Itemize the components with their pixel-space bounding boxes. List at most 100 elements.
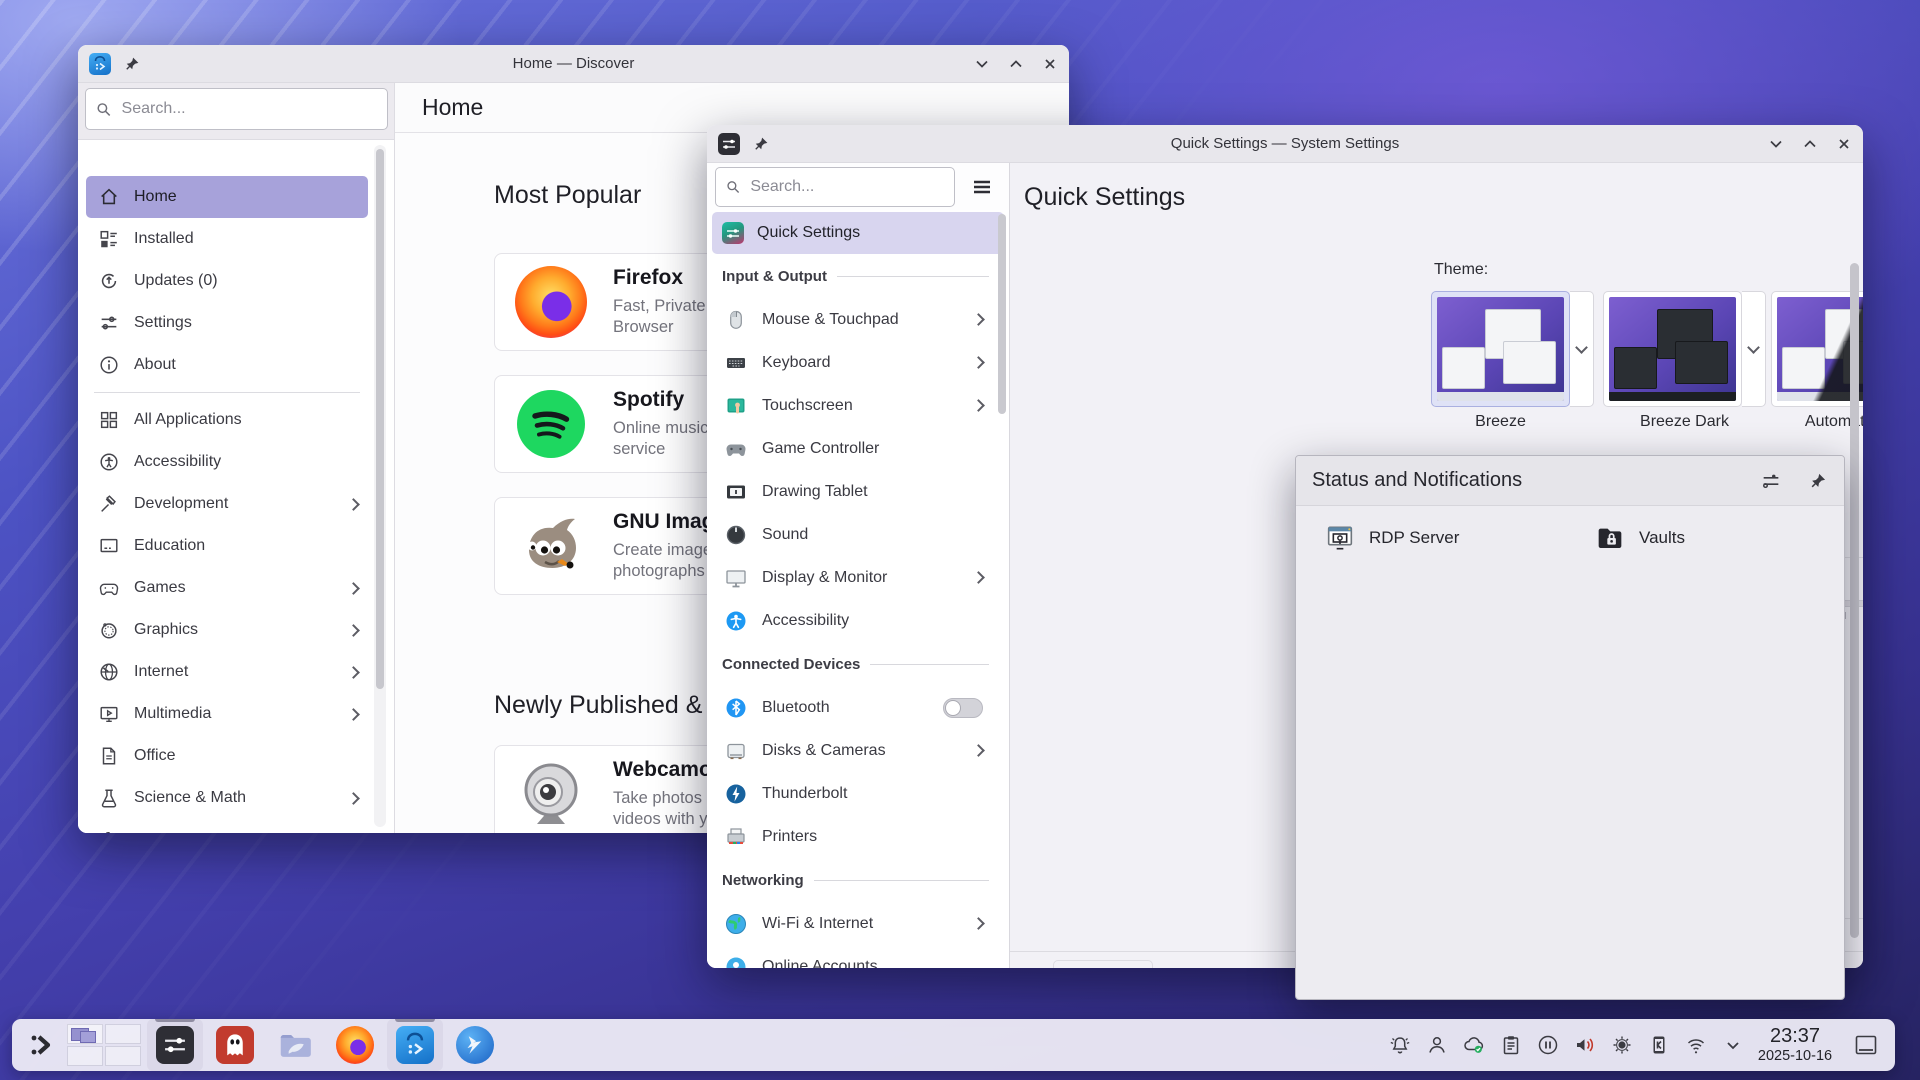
clock-time: 23:37: [1770, 1025, 1820, 1048]
sidebar-item-printers[interactable]: Printers: [712, 815, 995, 858]
task-dolphin[interactable]: [267, 1019, 323, 1071]
app-launcher-button[interactable]: [18, 1019, 66, 1071]
sidebar-item-development[interactable]: Development: [86, 483, 368, 525]
sidebar-scrollbar[interactable]: [374, 145, 386, 827]
settings-search[interactable]: [715, 167, 955, 207]
configure-icon[interactable]: [1760, 470, 1782, 492]
settings-titlebar[interactable]: Quick Settings — System Settings: [707, 125, 1863, 163]
user-icon[interactable]: [1425, 1033, 1449, 1057]
sidebar-item-quick-settings[interactable]: Quick Settings: [712, 212, 1004, 254]
gamepad-icon: [724, 437, 748, 461]
sidebar-item-thunderbolt[interactable]: Thunderbolt: [712, 772, 995, 815]
webcamoid-icon: [515, 758, 587, 830]
sidebar-item-multimedia[interactable]: Multimedia: [86, 693, 368, 735]
system-settings-icon: [156, 1026, 194, 1064]
keyboard-icon: [724, 351, 748, 375]
sidebar-item-mouse-touchpad[interactable]: Mouse & Touchpad: [712, 298, 995, 341]
ghostwriter-icon: [216, 1026, 254, 1064]
sidebar-item-online-accounts[interactable]: Online Accounts: [712, 945, 995, 968]
pager-desktop-3[interactable]: [105, 1024, 141, 1044]
task-discover[interactable]: [387, 1019, 443, 1071]
popup-item-rdp-server[interactable]: RDP Server: [1296, 511, 1566, 564]
show-desktop-button[interactable]: [1853, 1033, 1879, 1057]
notifications-icon[interactable]: [1388, 1033, 1412, 1057]
sidebar-item-system[interactable]: System: [86, 819, 368, 833]
installed-icon: [98, 228, 120, 250]
task-ktorrent[interactable]: [447, 1019, 503, 1071]
settings-sidebar-scrollbar[interactable]: [998, 214, 1006, 414]
sidebar-item-science-math[interactable]: Science & Math: [86, 777, 368, 819]
taskbar: 23:37 2025-10-16: [12, 1019, 1895, 1071]
night-color-icon[interactable]: [1610, 1033, 1634, 1057]
popup-item-bluetooth[interactable]: Bluetooth: [1836, 511, 1845, 564]
discover-titlebar[interactable]: Home — Discover: [78, 45, 1069, 83]
sidebar-item-disks-cameras[interactable]: Disks & Cameras: [712, 729, 995, 772]
sidebar-item-office[interactable]: Office: [86, 735, 368, 777]
sidebar-item-display-monitor[interactable]: Display & Monitor: [712, 556, 995, 599]
pin-icon[interactable]: [752, 135, 770, 153]
media-paused-icon[interactable]: [1536, 1033, 1560, 1057]
maximize-icon[interactable]: [1007, 55, 1025, 73]
sidebar-item-games[interactable]: Games: [86, 567, 368, 609]
chevron-right-icon: [347, 624, 360, 637]
discover-search[interactable]: [85, 88, 388, 130]
task-ghostwriter[interactable]: [207, 1019, 263, 1071]
pager-desktop-1[interactable]: [67, 1024, 103, 1044]
pager-desktop-2[interactable]: [67, 1046, 103, 1066]
cloud-sync-icon[interactable]: [1462, 1033, 1486, 1057]
sidebar-item-graphics[interactable]: Graphics: [86, 609, 368, 651]
close-icon[interactable]: [1041, 55, 1059, 73]
sidebar-item-internet[interactable]: Internet: [86, 651, 368, 693]
pager-desktop-4[interactable]: [105, 1046, 141, 1066]
popup-item-vaults[interactable]: Vaults: [1566, 511, 1836, 564]
hamburger-menu-icon[interactable]: [969, 174, 995, 200]
sidebar-item-all-applications[interactable]: All Applications: [86, 399, 368, 441]
section-header: Input & Output: [712, 254, 995, 298]
sidebar-item-home[interactable]: Home: [86, 176, 368, 218]
bluetooth-icon: [724, 696, 748, 720]
network-wifi-icon[interactable]: [1684, 1033, 1708, 1057]
sidebar-item-wifi-internet[interactable]: Wi-Fi & Internet: [712, 902, 995, 945]
sidebar-item-keyboard[interactable]: Keyboard: [712, 341, 995, 384]
chevron-right-icon: [972, 917, 985, 930]
reset-button[interactable]: Reset: [1053, 960, 1153, 968]
theme-breeze-dark-dropdown[interactable]: [1742, 291, 1766, 407]
virtual-desktop-pager[interactable]: [67, 1024, 141, 1066]
close-icon[interactable]: [1835, 135, 1853, 153]
settings-content-scrollbar[interactable]: [1850, 263, 1859, 938]
task-firefox[interactable]: [327, 1019, 383, 1071]
kde-connect-icon[interactable]: [1647, 1033, 1671, 1057]
mouse-icon: [724, 308, 748, 332]
sidebar-item-settings[interactable]: Settings: [86, 302, 368, 344]
sidebar-item-bluetooth[interactable]: Bluetooth: [712, 686, 995, 729]
sidebar-item-drawing-tablet[interactable]: Drawing Tablet: [712, 470, 995, 513]
sidebar-item-touchscreen[interactable]: Touchscreen: [712, 384, 995, 427]
sidebar-item-education[interactable]: Education: [86, 525, 368, 567]
settings-search-input[interactable]: [748, 177, 944, 197]
volume-icon[interactable]: [1573, 1033, 1597, 1057]
sidebar-item-updates[interactable]: Updates (0): [86, 260, 368, 302]
maximize-icon[interactable]: [1801, 135, 1819, 153]
sidebar-item-game-controller[interactable]: Game Controller: [712, 427, 995, 470]
digital-clock[interactable]: 23:37 2025-10-16: [1747, 1019, 1843, 1071]
sidebar-item-accessibility[interactable]: Accessibility: [712, 599, 995, 642]
theme-breeze-dark[interactable]: [1603, 291, 1742, 407]
pin-icon[interactable]: [1808, 471, 1828, 491]
pin-icon[interactable]: [123, 55, 141, 73]
task-system-settings[interactable]: [147, 1019, 203, 1071]
sidebar-item-about[interactable]: About: [86, 344, 368, 386]
sidebar-item-accessibility[interactable]: Accessibility: [86, 441, 368, 483]
bluetooth-toggle[interactable]: [943, 698, 983, 718]
clipboard-icon[interactable]: [1499, 1033, 1523, 1057]
discover-search-input[interactable]: [120, 99, 377, 119]
search-icon: [726, 179, 740, 195]
tablet-icon: [724, 480, 748, 504]
theme-breeze[interactable]: [1431, 291, 1570, 407]
minimize-icon[interactable]: [973, 55, 991, 73]
tray-expand-icon[interactable]: [1721, 1033, 1745, 1057]
theme-breeze-dropdown[interactable]: [1570, 291, 1594, 407]
sidebar-item-installed[interactable]: Installed: [86, 218, 368, 260]
minimize-icon[interactable]: [1767, 135, 1785, 153]
sidebar-item-sound[interactable]: Sound: [712, 513, 995, 556]
hammer-icon: [98, 493, 120, 515]
